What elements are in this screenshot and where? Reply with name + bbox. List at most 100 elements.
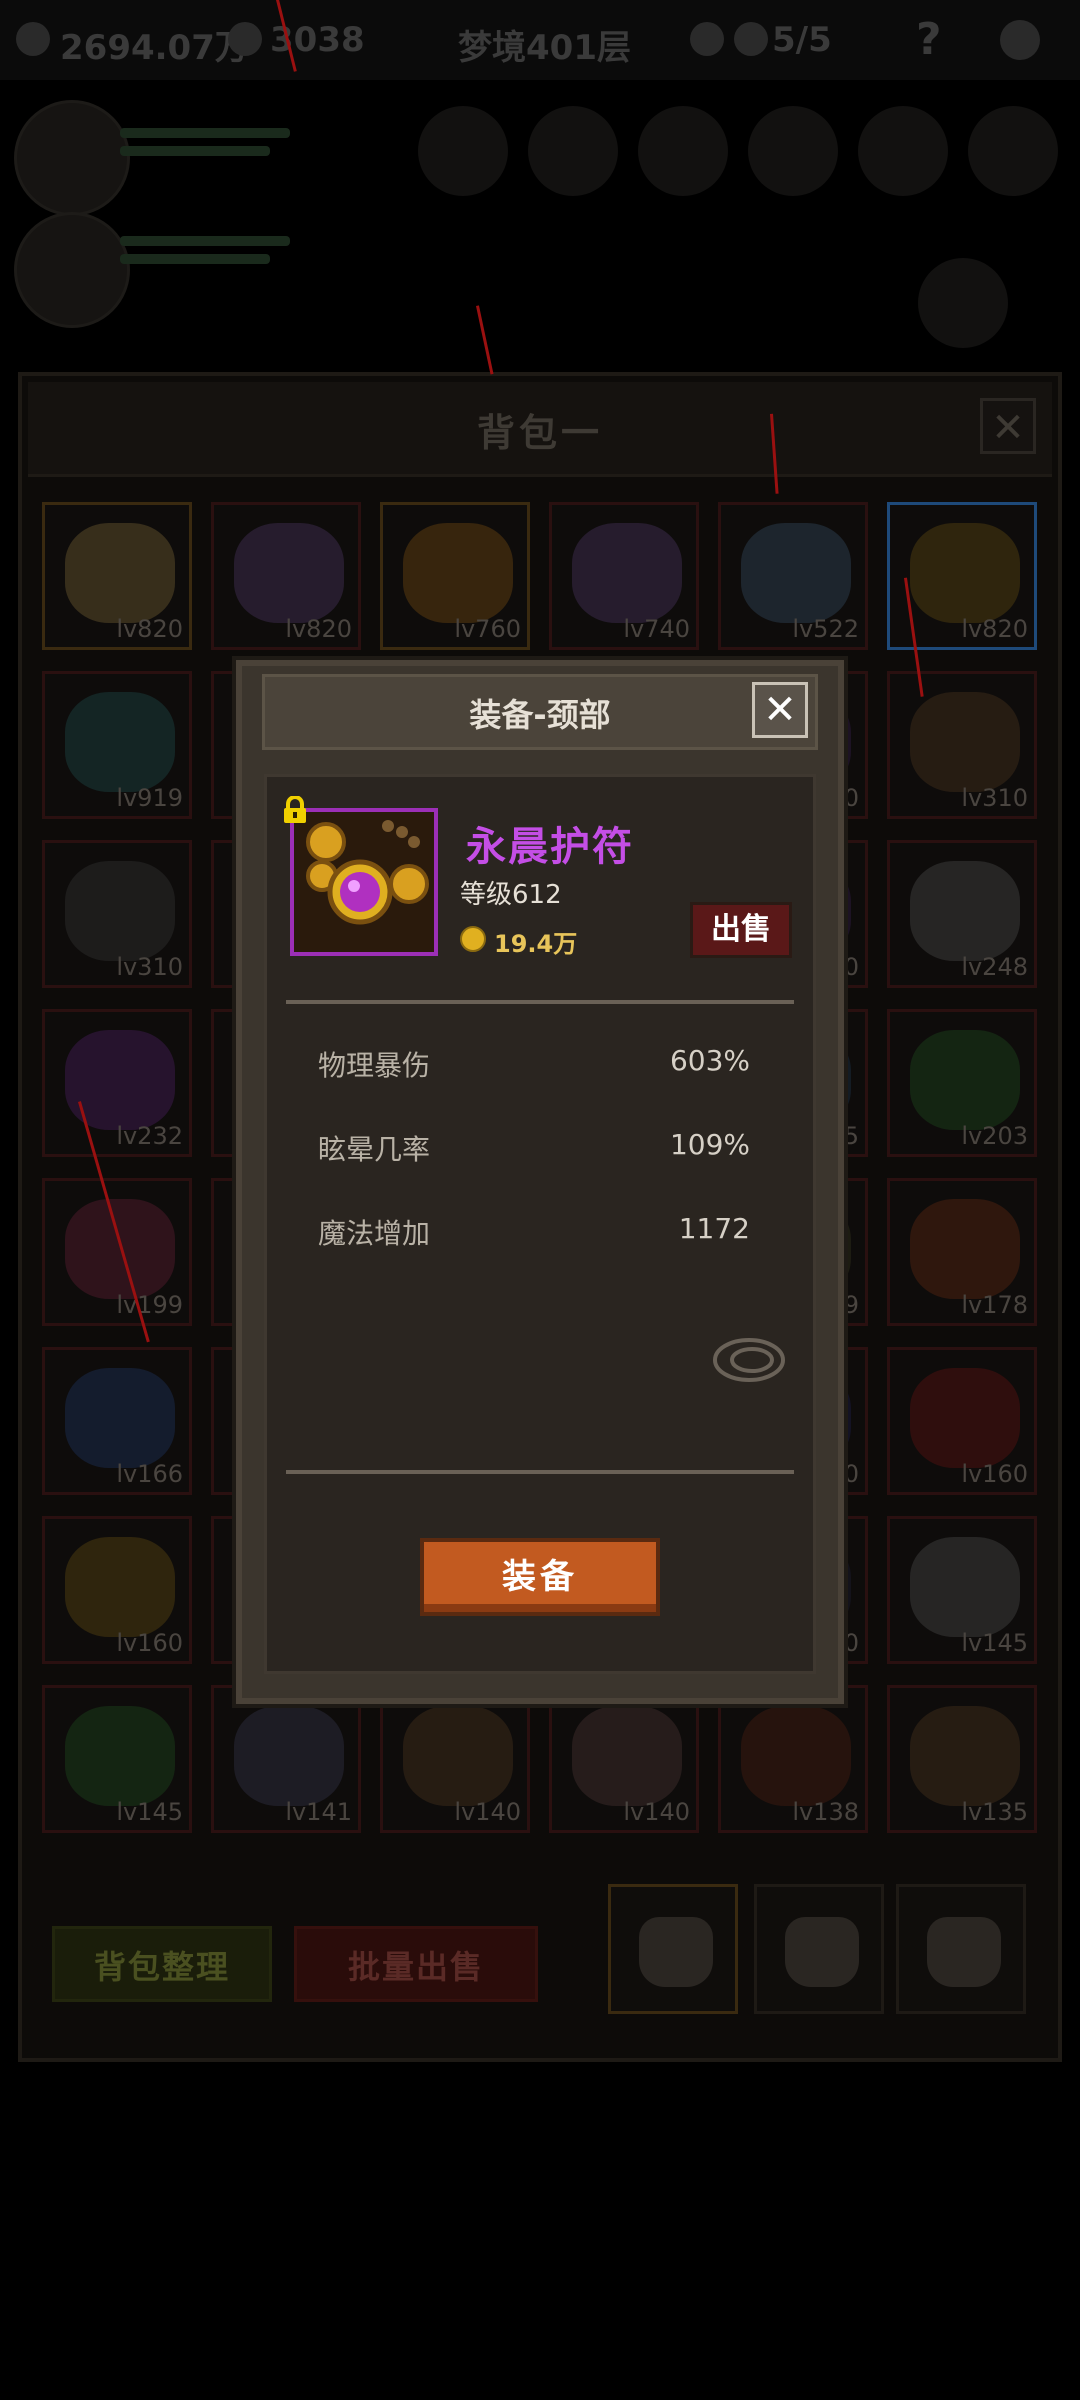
bag-item-slot[interactable]: lv310 bbox=[887, 671, 1037, 819]
bag-item-slot[interactable]: lv178 bbox=[887, 1178, 1037, 1326]
bag-item-slot[interactable]: lv140 bbox=[549, 1685, 699, 1833]
stat-value: 603% bbox=[669, 1044, 750, 1077]
bag-item-slot[interactable]: lv232 bbox=[42, 1009, 192, 1157]
bag-title: 背包一 bbox=[476, 411, 603, 455]
ring-icon bbox=[65, 1537, 175, 1637]
bag-item-slot[interactable]: lv522 bbox=[718, 502, 868, 650]
bag-item-slot[interactable]: lv203 bbox=[887, 1009, 1037, 1157]
item-level-label: lv166 bbox=[116, 1460, 183, 1488]
stat-label: 魔法增加 bbox=[318, 1217, 431, 1250]
item-level-label: lv203 bbox=[961, 1122, 1028, 1150]
item-level-label: 0 bbox=[843, 1629, 859, 1657]
bag-item-slot[interactable]: lv138 bbox=[718, 1685, 868, 1833]
dungeon-floor: 梦境401层 bbox=[458, 28, 631, 68]
item-level-label: lv145 bbox=[116, 1798, 183, 1826]
bag-item-slot[interactable]: lv140 bbox=[380, 1685, 530, 1833]
item-level-label: lv740 bbox=[623, 615, 690, 643]
item-level-label: lv160 bbox=[116, 1629, 183, 1657]
item-level-label: lv522 bbox=[792, 615, 859, 643]
help-button[interactable]: ? bbox=[916, 14, 942, 65]
item-level-label: 5 bbox=[843, 1122, 859, 1150]
cloak-icon bbox=[403, 523, 513, 623]
stat-value: 109% bbox=[669, 1128, 750, 1161]
item-level-label: 0 bbox=[843, 1460, 859, 1488]
key-icon bbox=[690, 22, 724, 56]
bag-item-slot[interactable]: lv310 bbox=[42, 840, 192, 988]
item-level-label: lv160 bbox=[961, 1460, 1028, 1488]
bag-item-slot[interactable]: lv919 bbox=[42, 671, 192, 819]
hero-avatar bbox=[14, 212, 130, 328]
sell-button[interactable]: 出售 bbox=[690, 902, 792, 958]
bag-item-slot[interactable]: lv248 bbox=[887, 840, 1037, 988]
bulk-sell-button[interactable]: 批量出售 bbox=[294, 1926, 538, 2002]
item-level: 等级612 bbox=[460, 880, 562, 910]
item-level-label: lv820 bbox=[285, 615, 352, 643]
equip-slot bbox=[858, 106, 948, 196]
dialog-title: 装备-颈部 bbox=[469, 696, 611, 734]
bag-tab-2[interactable] bbox=[754, 1884, 884, 2014]
gun-icon bbox=[234, 1706, 344, 1806]
backpack-icon bbox=[927, 1917, 1001, 1987]
gem-icon bbox=[228, 22, 262, 56]
blade-icon bbox=[910, 1537, 1020, 1637]
bag-item-slot[interactable]: lv145 bbox=[887, 1516, 1037, 1664]
bag-item-slot[interactable]: lv760 bbox=[380, 502, 530, 650]
bag-tab-1[interactable] bbox=[608, 1884, 738, 2014]
bag-item-slot[interactable]: lv820 bbox=[211, 502, 361, 650]
item-level-label: lv140 bbox=[623, 1798, 690, 1826]
item-level-label: lv820 bbox=[961, 615, 1028, 643]
swirl-decoration-icon bbox=[712, 1336, 786, 1384]
hero-hp-bar bbox=[120, 236, 290, 246]
item-name: 永晨护符 bbox=[466, 824, 634, 870]
dialog-close-button[interactable]: ✕ bbox=[752, 682, 808, 738]
hammer-icon bbox=[910, 861, 1020, 961]
item-level-label: lv248 bbox=[961, 953, 1028, 981]
item-level-label: lv310 bbox=[961, 784, 1028, 812]
settings-gear-icon[interactable] bbox=[1000, 20, 1040, 60]
hero-mp-bar bbox=[120, 254, 270, 264]
bag-item-slot[interactable]: lv166 bbox=[42, 1347, 192, 1495]
bag-close-button[interactable]: ✕ bbox=[980, 398, 1036, 454]
claw-icon bbox=[65, 692, 175, 792]
bag-item-slot[interactable]: lv740 bbox=[549, 502, 699, 650]
equip-slot bbox=[918, 258, 1008, 348]
bow-icon bbox=[403, 1706, 513, 1806]
bag-tab-3[interactable] bbox=[896, 1884, 1026, 2014]
dagger-icon bbox=[910, 1199, 1020, 1299]
item-level-label: 0 bbox=[843, 784, 859, 812]
sort-bag-button[interactable]: 背包整理 bbox=[52, 1926, 272, 2002]
item-level-label: lv820 bbox=[116, 615, 183, 643]
stat-label: 眩晕几率 bbox=[318, 1133, 431, 1166]
item-level-label: 0 bbox=[843, 953, 859, 981]
bow-icon bbox=[910, 1706, 1020, 1806]
skull-icon bbox=[734, 22, 768, 56]
bag-item-slot[interactable]: lv820 bbox=[42, 502, 192, 650]
bag-item-slot[interactable]: lv160 bbox=[42, 1516, 192, 1664]
stat-label: 物理暴伤 bbox=[318, 1049, 431, 1082]
equip-slot bbox=[638, 106, 728, 196]
cloak-icon bbox=[910, 1030, 1020, 1130]
bag-item-slot[interactable]: lv145 bbox=[42, 1685, 192, 1833]
item-level-label: lv232 bbox=[116, 1122, 183, 1150]
equip-slot bbox=[968, 106, 1058, 196]
stat-value: 1172 bbox=[678, 1212, 750, 1245]
bag-item-slot[interactable]: lv199 bbox=[42, 1178, 192, 1326]
bag-item-slot[interactable]: lv820 bbox=[887, 502, 1037, 650]
equip-button[interactable]: 装备 bbox=[420, 1538, 660, 1616]
necklace-icon bbox=[910, 1368, 1020, 1468]
bag-item-slot[interactable]: lv141 bbox=[211, 1685, 361, 1833]
hero-hp-bar bbox=[120, 128, 290, 138]
item-level-label: lv145 bbox=[961, 1629, 1028, 1657]
item-level-label: lv760 bbox=[454, 615, 521, 643]
amulet-icon bbox=[294, 812, 434, 952]
divider bbox=[286, 1470, 794, 1474]
lock-icon[interactable] bbox=[282, 795, 308, 824]
item-portrait bbox=[290, 808, 438, 956]
bag-item-slot[interactable]: lv160 bbox=[887, 1347, 1037, 1495]
bag-item-slot[interactable]: lv135 bbox=[887, 1685, 1037, 1833]
item-level-label: lv135 bbox=[961, 1798, 1028, 1826]
coin-icon bbox=[460, 926, 486, 952]
backpack-icon bbox=[639, 1917, 713, 1987]
equip-slot bbox=[528, 106, 618, 196]
helmet-icon bbox=[572, 1706, 682, 1806]
